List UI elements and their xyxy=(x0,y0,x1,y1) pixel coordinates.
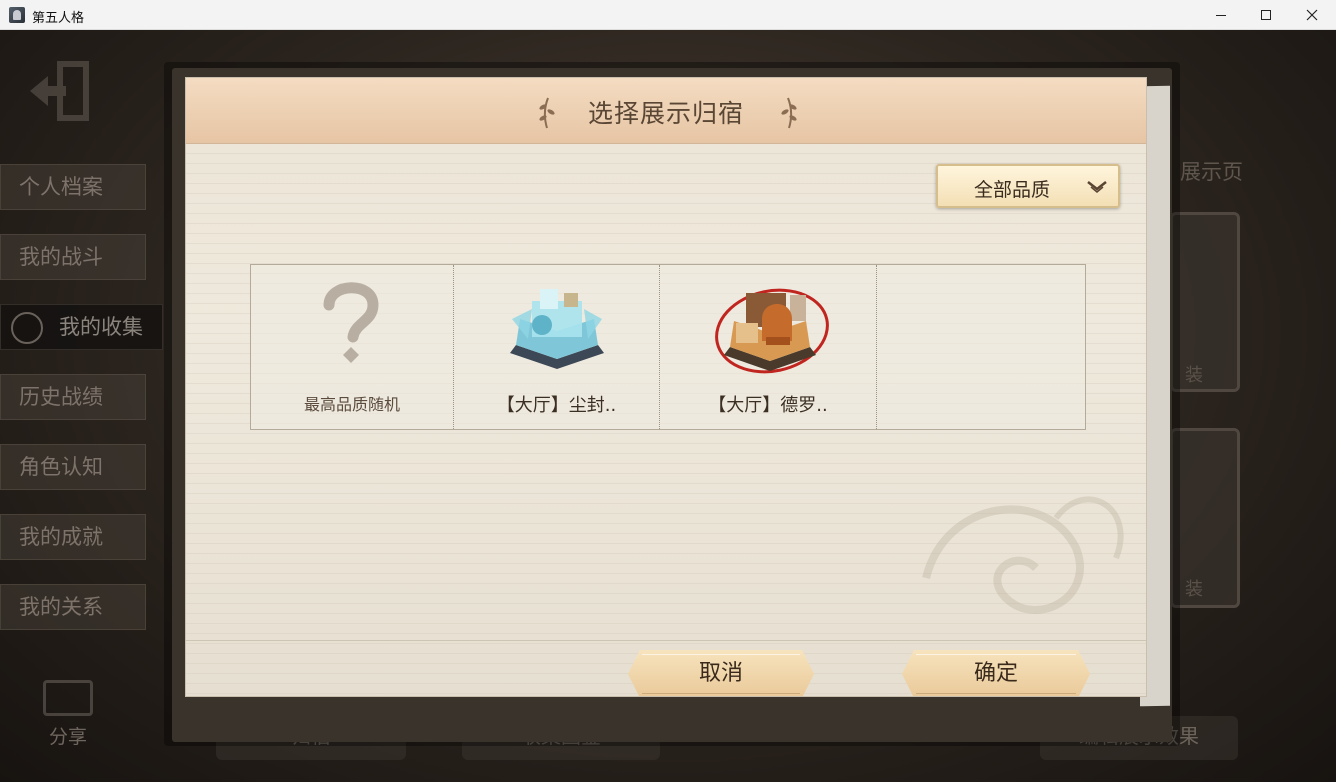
residence-item-empty xyxy=(877,265,1085,429)
background-card: 装 xyxy=(1170,212,1240,392)
sidebar-item-battles[interactable]: 我的战斗 xyxy=(0,234,146,280)
button-trim xyxy=(642,654,800,694)
share-label: 分享 xyxy=(48,726,87,748)
select-residence-dialog: 选择展示归宿 全部品质 最高品质随机 【大厅】尘封.. 【大厅】德罗.. 取消 … xyxy=(186,78,1146,696)
residence-item-random[interactable]: 最高品质随机 xyxy=(251,265,454,429)
sidebar-item-label: 我的战斗 xyxy=(19,245,103,269)
chevron-down-icon xyxy=(1087,181,1107,193)
quality-filter-value: 全部品质 xyxy=(974,179,1051,201)
background-card: 装 xyxy=(1170,428,1240,608)
button-trim xyxy=(916,654,1076,694)
residence-item-label: 最高品质随机 xyxy=(303,395,400,414)
question-mark-icon xyxy=(323,282,379,363)
confirm-button[interactable]: 确定 xyxy=(902,650,1090,696)
maximize-icon[interactable] xyxy=(1243,0,1289,30)
app-icon xyxy=(9,7,25,23)
residence-item-label: 【大厅】德罗.. xyxy=(708,395,828,416)
exit-icon[interactable] xyxy=(26,58,92,124)
background-page-title: 展示页 xyxy=(1180,160,1243,184)
share-button[interactable]: 分享 xyxy=(38,680,98,749)
shield-icon xyxy=(11,312,43,344)
game-viewport: 个人档案 我的战斗 我的收集 历史战绩 角色认知 我的成就 我的关系 分享 展示… xyxy=(0,30,1336,782)
sidebar-item-label: 历史战绩 xyxy=(19,385,103,409)
background-card-label: 装 xyxy=(1185,365,1203,386)
sidebar-item-history[interactable]: 历史战绩 xyxy=(0,374,146,420)
minimize-icon[interactable] xyxy=(1198,0,1244,30)
dialog-header: 选择展示归宿 xyxy=(186,78,1146,144)
sidebar-item-characters[interactable]: 角色认知 xyxy=(0,444,146,490)
sidebar-item-profile[interactable]: 个人档案 xyxy=(0,164,146,210)
decorative-swirl xyxy=(922,496,1124,614)
sidebar-item-label: 我的成就 xyxy=(19,525,103,549)
hall-dusty-icon xyxy=(510,289,604,369)
residence-item-dero[interactable]: 【大厅】德罗.. xyxy=(660,265,877,429)
residence-item-label: 【大厅】尘封.. xyxy=(496,395,617,416)
background-card-label: 装 xyxy=(1185,579,1203,600)
sidebar-item-relations[interactable]: 我的关系 xyxy=(0,584,146,630)
quality-filter-dropdown[interactable]: 全部品质 xyxy=(936,164,1120,208)
residence-item-dusty[interactable]: 【大厅】尘封.. xyxy=(454,265,660,429)
sidebar-item-label: 角色认知 xyxy=(19,455,103,479)
close-icon[interactable] xyxy=(1289,0,1335,30)
sidebar-item-collection[interactable]: 我的收集 xyxy=(0,304,163,350)
laurel-icon xyxy=(781,97,797,129)
window-titlebar: 第五人格 xyxy=(0,0,1336,30)
hall-dero-icon xyxy=(715,288,829,374)
sidebar-item-label: 我的关系 xyxy=(19,595,103,619)
sidebar-item-label: 个人档案 xyxy=(19,175,103,199)
sidebar-item-achievements[interactable]: 我的成就 xyxy=(0,514,146,560)
divider xyxy=(186,640,1146,641)
residence-grid: 最高品质随机 【大厅】尘封.. 【大厅】德罗.. xyxy=(250,264,1086,430)
sidebar-item-label: 我的收集 xyxy=(59,315,143,339)
cancel-button[interactable]: 取消 xyxy=(628,650,814,696)
window-title: 第五人格 xyxy=(32,11,85,26)
share-icon xyxy=(43,680,93,716)
dialog-title: 选择展示归宿 xyxy=(587,99,744,128)
